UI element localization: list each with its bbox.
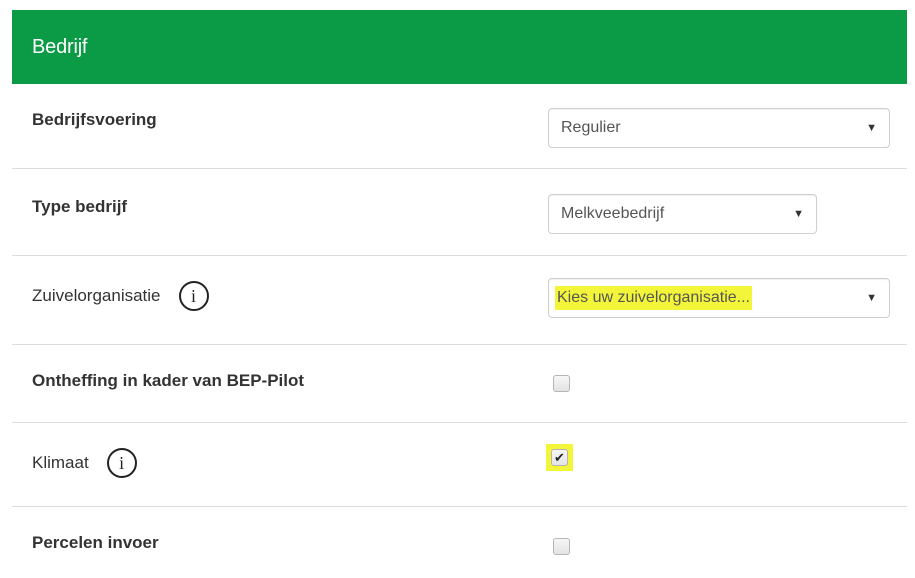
panel-header: Bedrijf (12, 10, 907, 84)
klimaat-label: Klimaat i (32, 448, 137, 478)
row-zuivelorganisatie: Zuivelorganisatie i Kies uw zuivelorgani… (12, 256, 907, 345)
row-ontheffing: Ontheffing in kader van BEP-Pilot (12, 345, 907, 423)
percelen-label: Percelen invoer (32, 533, 159, 552)
row-klimaat: Klimaat i ✔ (12, 423, 907, 507)
type-bedrijf-label: Type bedrijf (32, 197, 128, 216)
zuivelorganisatie-select[interactable]: Kies uw zuivelorganisatie... ▼ (548, 278, 890, 318)
chevron-down-icon: ▼ (866, 292, 877, 304)
bedrijfsvoering-value: Regulier (561, 119, 621, 136)
klimaat-label-text: Klimaat (32, 453, 89, 472)
zuivelorganisatie-label: Zuivelorganisatie i (32, 281, 209, 311)
percelen-checkbox[interactable] (553, 538, 570, 555)
bedrijfsvoering-select[interactable]: Regulier ▼ (548, 108, 890, 148)
checkmark-icon: ✔ (554, 450, 565, 465)
row-percelen: Percelen invoer (12, 507, 907, 578)
info-icon[interactable]: i (106, 448, 137, 478)
klimaat-checkbox[interactable]: ✔ (551, 449, 568, 466)
row-bedrijfsvoering: Bedrijfsvoering Regulier ▼ (12, 84, 907, 169)
ontheffing-checkbox[interactable] (553, 375, 570, 392)
chevron-down-icon: ▼ (866, 122, 877, 134)
ontheffing-label: Ontheffing in kader van BEP-Pilot (32, 371, 305, 390)
info-icon[interactable]: i (178, 281, 209, 311)
bedrijfsvoering-label: Bedrijfsvoering (32, 110, 157, 129)
zuivelorganisatie-label-text: Zuivelorganisatie (32, 286, 161, 305)
type-bedrijf-select[interactable]: Melkveebedrijf ▼ (548, 194, 817, 234)
type-bedrijf-value: Melkveebedrijf (561, 205, 665, 222)
row-type-bedrijf: Type bedrijf Melkveebedrijf ▼ (12, 169, 907, 256)
zuivelorganisatie-value: Kies uw zuivelorganisatie... (555, 286, 752, 310)
chevron-down-icon: ▼ (793, 208, 804, 220)
panel-title: Bedrijf (32, 35, 88, 58)
